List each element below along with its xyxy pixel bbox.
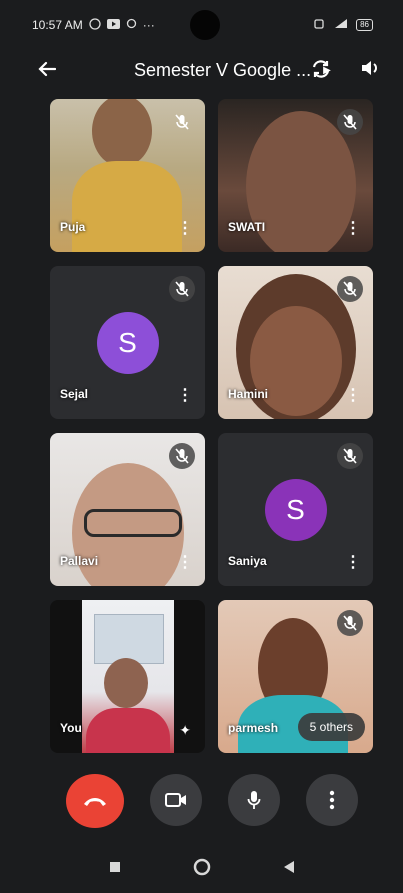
- camera-button[interactable]: [150, 774, 202, 826]
- more-vert-icon[interactable]: ⋮: [345, 218, 361, 238]
- status-bar: 10:57 AM ··· 86: [0, 0, 403, 50]
- recents-button[interactable]: [109, 860, 121, 878]
- audio-output-button[interactable]: [360, 58, 380, 83]
- call-end-icon: [84, 798, 106, 806]
- status-time: 10:57 AM: [32, 18, 83, 32]
- participant-name: You: [60, 721, 82, 735]
- system-nav-bar: [0, 845, 403, 893]
- arrow-left-icon: [38, 61, 57, 77]
- participant-name: Hamini: [228, 387, 269, 401]
- youtube-icon: [106, 18, 120, 32]
- more-vert-icon[interactable]: ⋮: [345, 385, 361, 405]
- more-options-button[interactable]: [306, 774, 358, 826]
- sync-icon: [126, 18, 137, 32]
- mic-off-icon: [175, 114, 189, 130]
- mute-badge: [337, 610, 363, 636]
- video-feed-face: [104, 658, 148, 708]
- whatsapp-icon: [89, 17, 101, 33]
- avatar: S: [96, 311, 159, 374]
- mic-off-icon: [175, 448, 189, 464]
- mic-off-icon: [175, 281, 189, 297]
- microphone-button[interactable]: [228, 774, 280, 826]
- participant-name: SWATI: [228, 220, 266, 234]
- status-more-dots: ···: [142, 18, 155, 32]
- square-icon: [109, 862, 120, 872]
- mute-badge: [337, 443, 363, 469]
- mute-badge: [169, 443, 195, 469]
- participant-tile[interactable]: parmesh 5 others: [218, 600, 373, 753]
- meeting-title[interactable]: Semester V Google ...: [134, 60, 311, 81]
- call-controls: [0, 774, 403, 830]
- mic-off-icon: [343, 448, 357, 464]
- mute-badge: [169, 276, 195, 302]
- mic-off-icon: [343, 114, 357, 130]
- nav-back-button[interactable]: [283, 860, 295, 879]
- more-vert-icon[interactable]: ⋮: [177, 552, 193, 572]
- video-feed: [92, 99, 152, 167]
- mute-badge: [337, 109, 363, 135]
- mic-off-icon: [343, 281, 357, 297]
- effects-icon[interactable]: ✦: [179, 722, 191, 739]
- mute-badge: [169, 109, 195, 135]
- switch-camera-button[interactable]: [310, 58, 332, 85]
- more-vert-icon[interactable]: ⋮: [345, 552, 361, 572]
- others-pill[interactable]: 5 others: [297, 713, 365, 741]
- back-button[interactable]: [0, 57, 86, 83]
- end-call-button[interactable]: [66, 774, 124, 828]
- circle-icon: [193, 858, 210, 875]
- participant-tile[interactable]: S Saniya ⋮: [218, 433, 373, 586]
- speaker-icon: [362, 61, 377, 75]
- more-vert-icon: [329, 790, 335, 810]
- participant-name: parmesh: [228, 721, 279, 735]
- self-view-tile[interactable]: You ✦: [50, 600, 205, 753]
- video-feed-body: [72, 161, 182, 252]
- vibrate-icon: [312, 18, 326, 32]
- participant-tile[interactable]: Hamini ⋮: [218, 266, 373, 419]
- participant-tile[interactable]: S Sejal ⋮: [50, 266, 205, 419]
- mute-badge: [337, 276, 363, 302]
- mic-off-icon: [343, 615, 357, 631]
- switch-camera-icon: [312, 60, 330, 78]
- participant-name: Pallavi: [60, 554, 99, 568]
- participant-tile[interactable]: Pallavi ⋮: [50, 433, 205, 586]
- videocam-icon: [165, 793, 186, 807]
- video-feed-body: [86, 708, 170, 753]
- participant-tile[interactable]: SWATI ⋮: [218, 99, 373, 252]
- participant-name: Sejal: [60, 387, 89, 401]
- participant-tile[interactable]: Puja ⋮: [50, 99, 205, 252]
- mic-icon: [247, 791, 261, 809]
- glasses-shape: [84, 509, 182, 537]
- avatar: S: [264, 478, 327, 541]
- participant-name: Puja: [60, 220, 86, 234]
- front-camera: [190, 10, 220, 40]
- participant-name: Saniya: [228, 554, 267, 568]
- video-feed-board: [94, 614, 164, 664]
- app-bar: Semester V Google ... ▶: [0, 52, 403, 88]
- battery-icon: 86: [356, 19, 373, 31]
- more-vert-icon[interactable]: ⋮: [177, 218, 193, 238]
- more-vert-icon[interactable]: ⋮: [177, 385, 193, 405]
- home-button[interactable]: [193, 858, 211, 881]
- signal-icon: [334, 18, 348, 32]
- triangle-back-icon: [283, 860, 294, 873]
